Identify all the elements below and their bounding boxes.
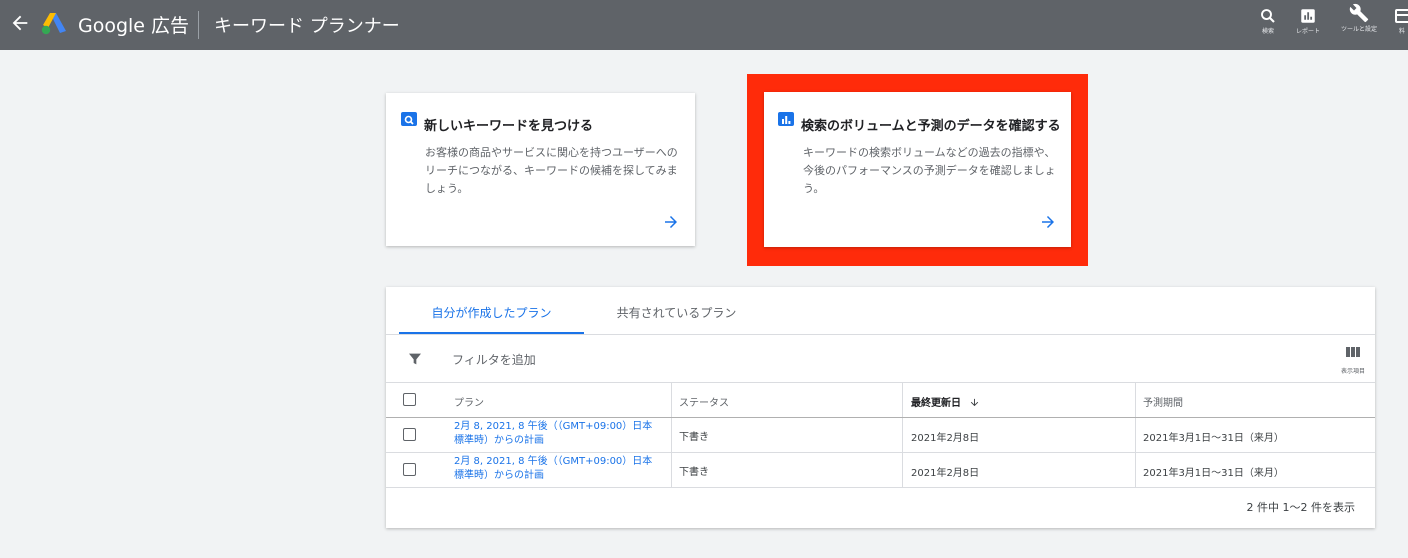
column-divider [902, 383, 903, 487]
select-all-checkbox[interactable] [403, 393, 416, 406]
sort-down-arrow-icon [971, 398, 979, 407]
column-divider [671, 383, 672, 487]
plan-link[interactable]: 2月 8, 2021, 8 午後（（GMT+09:00）日本標準時）からの計画 [454, 455, 654, 483]
column-header-status[interactable]: ステータス [679, 394, 729, 409]
plan-last-updated: 2021年2月8日 [911, 468, 980, 479]
filter-icon[interactable] [407, 351, 423, 367]
discover-keywords-card[interactable]: 新しいキーワードを見つける お客様の商品やサービスに関心を持つユーザーへのリーチ… [386, 93, 695, 246]
google-ads-logo-icon[interactable] [40, 11, 68, 35]
tools-settings-label: ツールと設定 [1340, 26, 1377, 33]
billing-label: 料 [1398, 28, 1405, 35]
plan-forecast-period: 2021年3月1日～31日（来月） [1143, 433, 1284, 444]
header-bottom-rule [386, 417, 1375, 418]
reports-button[interactable]: レポート [1290, 7, 1326, 36]
plan-status: 下書き [679, 467, 709, 478]
tab-shared-plans[interactable]: 共有されているプラン [584, 287, 769, 334]
plan-last-updated: 2021年2月8日 [911, 433, 980, 444]
tab-my-plans[interactable]: 自分が作成したプラン [399, 287, 584, 334]
column-header-forecast-period[interactable]: 予測期間 [1143, 394, 1183, 409]
column-header-plan[interactable]: プラン [454, 394, 484, 409]
page-title: キーワード プランナー [214, 16, 400, 37]
header-top-rule [386, 382, 1375, 383]
arrow-right-icon[interactable] [662, 213, 680, 231]
row-divider [386, 452, 1375, 453]
forecast-data-card[interactable]: 検索のボリュームと予測のデータを確認する キーワードの検索ボリュームなどの過去の… [764, 92, 1071, 247]
reports-icon [1301, 9, 1315, 23]
title-divider [198, 11, 199, 39]
plan-forecast-period: 2021年3月1日～31日（来月） [1143, 468, 1284, 479]
columns-button[interactable]: 表示項目 [1336, 344, 1370, 376]
row-divider [386, 487, 1375, 488]
back-arrow-icon[interactable] [9, 12, 31, 34]
search-icon [401, 112, 417, 126]
add-filter-input[interactable]: フィルタを追加 [452, 351, 536, 368]
forecast-card-title: 検索のボリュームと予測のデータを確認する [801, 119, 1061, 134]
pagination-summary: 2 件中 1〜2 件を表示 [1246, 501, 1356, 514]
search-icon [1261, 9, 1275, 23]
arrow-right-icon[interactable] [1039, 213, 1057, 231]
bar-chart-icon [778, 112, 794, 126]
row-checkbox[interactable] [403, 428, 416, 441]
tools-settings-button[interactable]: ツールと設定 [1338, 3, 1380, 34]
search-button[interactable]: 検索 [1256, 7, 1280, 36]
billing-icon [1395, 9, 1408, 23]
columns-label: 表示項目 [1340, 368, 1365, 375]
column-divider [1135, 383, 1136, 487]
brand-name: Google 広告 [78, 15, 190, 37]
column-header-last-updated[interactable]: 最終更新日 [911, 394, 980, 409]
top-app-bar: Google 広告 キーワード プランナー 検索 レポート ツールと設定 料 [0, 0, 1408, 50]
row-checkbox[interactable] [403, 463, 416, 476]
plan-link[interactable]: 2月 8, 2021, 8 午後（（GMT+09:00）日本標準時）からの計画 [454, 420, 654, 448]
forecast-card-description: キーワードの検索ボリュームなどの過去の指標や、今後のパフォーマンスの予測データを… [803, 146, 1056, 195]
tabs-divider [386, 334, 1375, 335]
plans-panel: 自分が作成したプラン 共有されているプラン フィルタを追加 表示項目 プラン ス… [386, 287, 1375, 528]
wrench-icon [1349, 3, 1369, 23]
last-updated-label: 最終更新日 [911, 398, 961, 409]
columns-icon [1346, 347, 1360, 357]
discover-card-title: 新しいキーワードを見つける [424, 119, 594, 134]
plan-status: 下書き [679, 432, 709, 443]
discover-card-description: お客様の商品やサービスに関心を持つユーザーへのリーチにつながる、キーワードの候補… [425, 146, 678, 195]
search-label: 検索 [1261, 28, 1274, 35]
billing-button[interactable]: 料 [1394, 7, 1408, 36]
reports-label: レポート [1295, 28, 1320, 35]
